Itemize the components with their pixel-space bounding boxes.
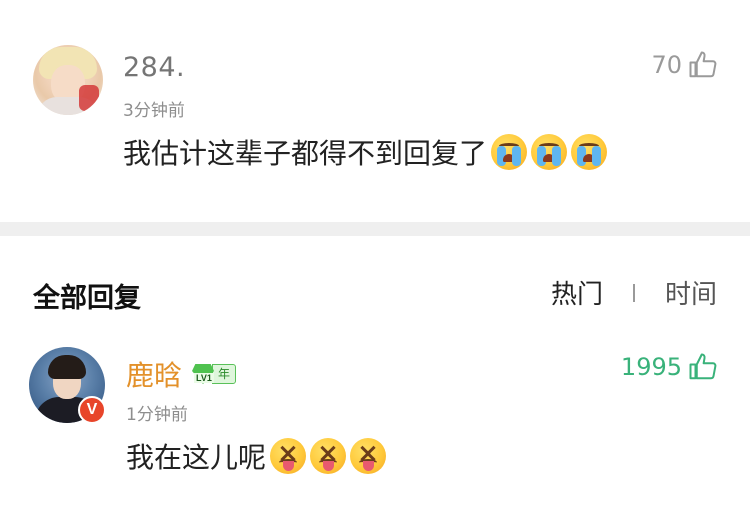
comment-time: 3分钟前 [123, 101, 185, 121]
like-button[interactable]: 70 [651, 50, 718, 80]
comment-detail-page: 284. 3分钟前 70 我估计这辈子都得不到回复了 全部回复 热门 时间 V [0, 0, 750, 517]
original-comment: 284. 3分钟前 70 我估计这辈子都得不到回复了 [0, 0, 750, 222]
reply-time: 1分钟前 [126, 405, 188, 425]
verified-badge: V [78, 396, 106, 424]
level-label: LV1 [194, 373, 214, 383]
reply-text-body: 我在这儿呢 [126, 441, 267, 474]
tongue-face-icon [310, 438, 347, 474]
reply-text: 我在这儿呢 [126, 436, 387, 476]
tongue-face-icon [270, 438, 307, 474]
replies-header: 全部回复 [33, 283, 141, 314]
sort-time-tab[interactable]: 时间 [665, 274, 717, 311]
comment-text-body: 我估计这辈子都得不到回复了 [123, 137, 488, 170]
sort-toggle: 热门 时间 [551, 274, 717, 311]
comment-username[interactable]: 284. [123, 52, 185, 83]
crying-face-icon [531, 134, 568, 170]
thumbs-up-icon [689, 353, 717, 380]
crying-face-icon [491, 134, 528, 170]
badge-suffix: 年 [212, 364, 237, 384]
reply-username[interactable]: 鹿晗 [126, 354, 182, 394]
section-divider [0, 222, 750, 236]
like-count: 1995 [620, 353, 682, 381]
like-count: 70 [651, 51, 682, 79]
tongue-face-icon [350, 438, 387, 474]
crying-face-icon [571, 134, 608, 170]
thumbs-up-icon [689, 51, 717, 78]
reply-username-row: 鹿晗 LV1 年 [126, 354, 237, 394]
sort-hot-tab[interactable]: 热门 [551, 274, 603, 311]
like-button[interactable]: 1995 [621, 352, 718, 382]
sort-separator [632, 283, 635, 302]
avatar-hair [48, 355, 86, 379]
avatar-accent [79, 85, 99, 111]
level-badge: LV1 年 [192, 364, 237, 384]
avatar[interactable] [33, 45, 103, 115]
comment-text: 我估计这辈子都得不到回复了 [123, 132, 608, 172]
